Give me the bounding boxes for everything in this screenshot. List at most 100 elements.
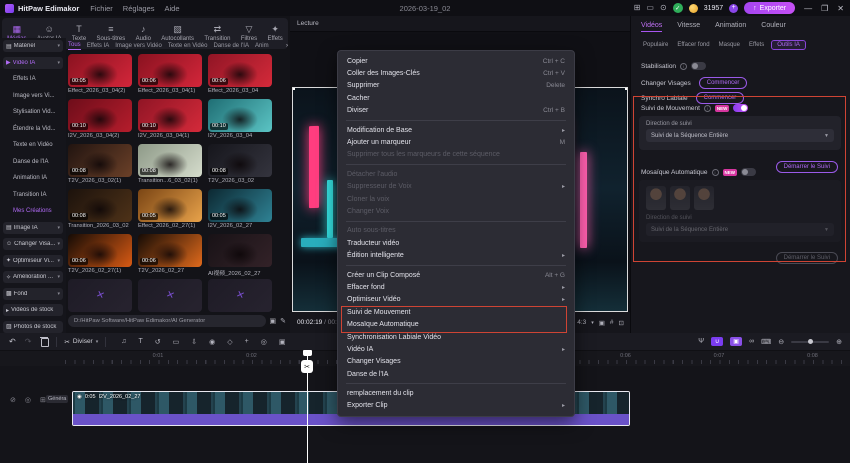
- menu-reglages[interactable]: Réglages: [123, 4, 155, 13]
- motion-tracking-toggle[interactable]: [733, 104, 749, 112]
- playhead-scissors-badge[interactable]: ✂: [301, 360, 313, 373]
- audio-tool-icon[interactable]: ♫: [121, 338, 126, 346]
- fullscreen-icon[interactable]: ⊡: [619, 319, 624, 327]
- library-tab-texte-en-vid-o[interactable]: Texte en Vidéo: [168, 43, 208, 49]
- add-coins-button[interactable]: +: [729, 3, 739, 13]
- keyboard-shortcuts-icon[interactable]: ⌨: [761, 338, 771, 346]
- face-thumbnail[interactable]: [694, 186, 714, 210]
- transform-handle[interactable]: [625, 88, 627, 90]
- sidebar-item-mes-cr-ations[interactable]: Mes Créations: [13, 205, 66, 217]
- sidebar-item-texte-en-vid-o[interactable]: Texte en Vidéo: [13, 139, 66, 151]
- subtab-effacer-fond[interactable]: Effacer fond: [675, 41, 711, 49]
- face-thumbnail[interactable]: [646, 186, 666, 210]
- menu-item-vid-o-ia[interactable]: Vidéo IA ▸: [338, 343, 574, 355]
- zoom-out-icon[interactable]: ⊖: [778, 338, 784, 346]
- export-frame-icon[interactable]: ⇩: [191, 338, 197, 346]
- media-item[interactable]: 00:06 T2V_2026_02_27: [138, 234, 204, 279]
- media-item[interactable]: 00:06 T2V_2026_02_27(1): [68, 234, 134, 279]
- menu-item-modification-de-base[interactable]: Modification de Base ▸: [338, 124, 574, 136]
- delete-icon[interactable]: [40, 336, 50, 347]
- overlap-toggle-icon[interactable]: ▣: [730, 337, 743, 346]
- menu-item-supprimer[interactable]: Supprimer Delete: [338, 80, 574, 92]
- lock-track-icon[interactable]: ⊞: [40, 396, 46, 404]
- media-item[interactable]: 00:08 Transition_2026_03_02: [68, 189, 134, 234]
- media-item[interactable]: ✕: [68, 279, 134, 312]
- download-icon[interactable]: ⊙: [660, 3, 667, 13]
- transform-handle[interactable]: [293, 88, 295, 90]
- media-item[interactable]: 00:08 T2V_2026_03_02: [208, 144, 274, 189]
- sidebar-item-stylisation-vid[interactable]: Stylisation Vid...: [13, 106, 66, 118]
- feedback-icon[interactable]: ▭: [646, 3, 654, 13]
- marker-tool-icon[interactable]: ◇: [227, 338, 232, 346]
- sidebar-item-transition-ia[interactable]: Transition IA: [13, 189, 66, 201]
- close-button[interactable]: ✕: [837, 4, 844, 13]
- media-item[interactable]: 00:10 I2V_2026_03_04: [208, 99, 274, 144]
- media-item[interactable]: 00:08 Transition...6_03_02(1): [138, 144, 204, 189]
- media-item[interactable]: 00:05 I2V_2026_02_27: [208, 189, 274, 234]
- undo-icon[interactable]: ↶: [9, 337, 16, 347]
- menu-item-ajouter-un-marqueur[interactable]: Ajouter un marqueur M: [338, 136, 574, 148]
- text-tool-icon[interactable]: T: [139, 338, 143, 346]
- library-tab-tous[interactable]: Tous: [68, 42, 81, 50]
- motion-direction-select[interactable]: Suivi de la Séquence Entière ▼: [646, 129, 834, 142]
- menu-item-coller-des-images-cl-s[interactable]: Coller des Images-Clés Ctrl + V: [338, 67, 574, 79]
- menu-item-cr-er-un-clip-compos[interactable]: Créer un Clip Composé Alt + G: [338, 269, 574, 281]
- hide-track-icon[interactable]: ◎: [25, 396, 31, 404]
- subtab-masque[interactable]: Masque: [717, 41, 742, 49]
- changer-visages-start-button[interactable]: Commencer: [698, 77, 748, 89]
- sidebar-item-am-lioration[interactable]: ✧ Amélioration ... ▾: [3, 271, 63, 283]
- sidebar-item-changer-visa[interactable]: ☺ Changer Visa... ▾: [3, 238, 63, 250]
- sidebar-item-vid-os-de-stock[interactable]: ▸ Vidéos de stock: [3, 304, 63, 316]
- tab-vitesse[interactable]: Vitesse: [677, 22, 700, 32]
- library-tab-effets-ia[interactable]: Effets IA: [87, 43, 110, 49]
- sidebar-item-vid-o-ia[interactable]: ▶ Vidéo IA ▾: [3, 56, 63, 69]
- timeline-zoom-slider[interactable]: [791, 339, 830, 344]
- auto-mosaic-toggle[interactable]: [741, 168, 756, 176]
- freeze-frame-icon[interactable]: ▣: [279, 338, 286, 346]
- subtab-populaire[interactable]: Populaire: [641, 41, 670, 49]
- mute-track-icon[interactable]: ⊘: [10, 396, 16, 404]
- library-tab-anim[interactable]: Anim: [255, 43, 269, 49]
- restore-button[interactable]: ❐: [821, 4, 828, 13]
- snap-toggle-icon[interactable]: ∪: [711, 337, 724, 346]
- menu-item-copier[interactable]: Copier Ctrl + C: [338, 55, 574, 67]
- subtab-effets[interactable]: Effets: [747, 41, 766, 49]
- microphone-icon[interactable]: Ψ: [698, 338, 704, 345]
- crop-tool-icon[interactable]: ▭: [173, 338, 180, 346]
- edit-path-icon[interactable]: ✎: [280, 317, 286, 325]
- sidebar-item-fond[interactable]: ▩ Fond ▾: [3, 287, 63, 300]
- aspect-ratio-select[interactable]: 4:3: [577, 319, 586, 326]
- media-item[interactable]: 00:10 I2V_2026_03_04(2): [68, 99, 134, 144]
- sidebar-item-image-vers-vi[interactable]: Image vers Vi...: [13, 90, 66, 102]
- save-path-input[interactable]: [68, 315, 266, 327]
- snapshot-icon[interactable]: ▣: [599, 319, 605, 327]
- media-item[interactable]: ✕: [138, 279, 204, 312]
- media-item[interactable]: 00:10 I2V_2026_03_04(1): [138, 99, 204, 144]
- layout-panels-icon[interactable]: ⊞: [634, 3, 641, 13]
- record-icon[interactable]: ◉: [209, 338, 215, 346]
- tabs-overflow-icon[interactable]: ›: [286, 43, 288, 49]
- menu-item-diviser[interactable]: Diviser Ctrl + B: [338, 105, 574, 117]
- stabilisation-toggle[interactable]: [691, 62, 707, 70]
- sidebar-item-tendre-la-vid[interactable]: Étendre la Vid...: [13, 123, 66, 135]
- library-tab-danse-de-l-ia[interactable]: Danse de l'IA: [213, 43, 249, 49]
- synchro-labiale-start-button[interactable]: Commencer: [695, 92, 745, 104]
- menu-item-dition-intelligente[interactable]: Édition intelligente ▸: [338, 249, 574, 261]
- media-item[interactable]: 00:05 Effect_2026_03_04(2): [68, 54, 134, 99]
- tab-lecture[interactable]: Lecture: [297, 20, 319, 27]
- menu-item-optimiseur-vid-o[interactable]: Optimiseur Vidéo ▸: [338, 294, 574, 306]
- keyframe-tool-icon[interactable]: +: [245, 338, 249, 346]
- menu-item-exporter-clip[interactable]: Exporter Clip ▸: [338, 400, 574, 412]
- sidebar-header-materiel[interactable]: ▤ Matériel ▾: [3, 40, 63, 52]
- tab-couleur[interactable]: Couleur: [761, 22, 786, 32]
- menu-fichier[interactable]: Fichier: [90, 4, 113, 13]
- media-item[interactable]: 00:06 Effect_2026_03_04: [208, 54, 274, 99]
- sidebar-item-danse-de-l-ia[interactable]: Danse de l'IA: [13, 156, 66, 168]
- media-item[interactable]: AI视频_2026_02_27: [208, 234, 274, 279]
- member-status-badge[interactable]: ✓: [672, 3, 683, 13]
- menu-item-danse-de-l-ia[interactable]: Danse de l'IA: [338, 368, 574, 380]
- face-thumbnail[interactable]: [670, 186, 690, 210]
- start-tracking-button[interactable]: Démarrer le Suivi: [775, 161, 838, 173]
- menu-item-remplacement-du-clip[interactable]: remplacement du clip: [338, 387, 574, 399]
- menu-item-traducteur-vid-o[interactable]: Traducteur vidéo: [338, 237, 574, 249]
